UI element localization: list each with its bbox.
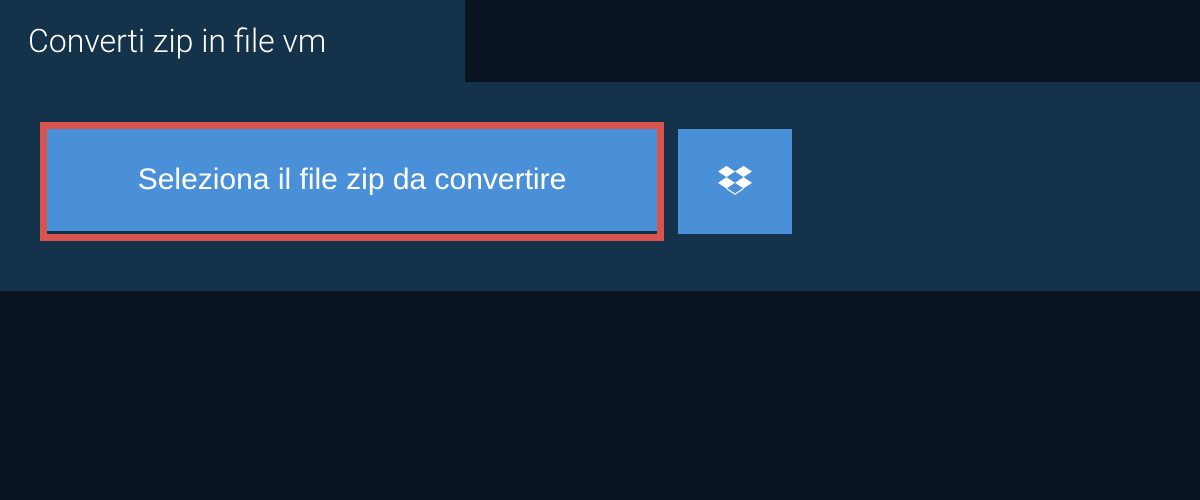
button-row: Seleziona il file zip da convertire [40, 122, 1160, 241]
select-file-highlight: Seleziona il file zip da convertire [40, 122, 664, 241]
select-file-button[interactable]: Seleziona il file zip da convertire [47, 129, 657, 231]
dropbox-icon [718, 163, 752, 200]
page-title: Converti zip in file vm [28, 22, 326, 60]
select-file-label: Seleziona il file zip da convertire [138, 163, 567, 196]
page-title-tab: Converti zip in file vm [0, 0, 465, 82]
main-panel: Seleziona il file zip da convertire [0, 82, 1200, 291]
dropbox-button[interactable] [678, 129, 792, 234]
